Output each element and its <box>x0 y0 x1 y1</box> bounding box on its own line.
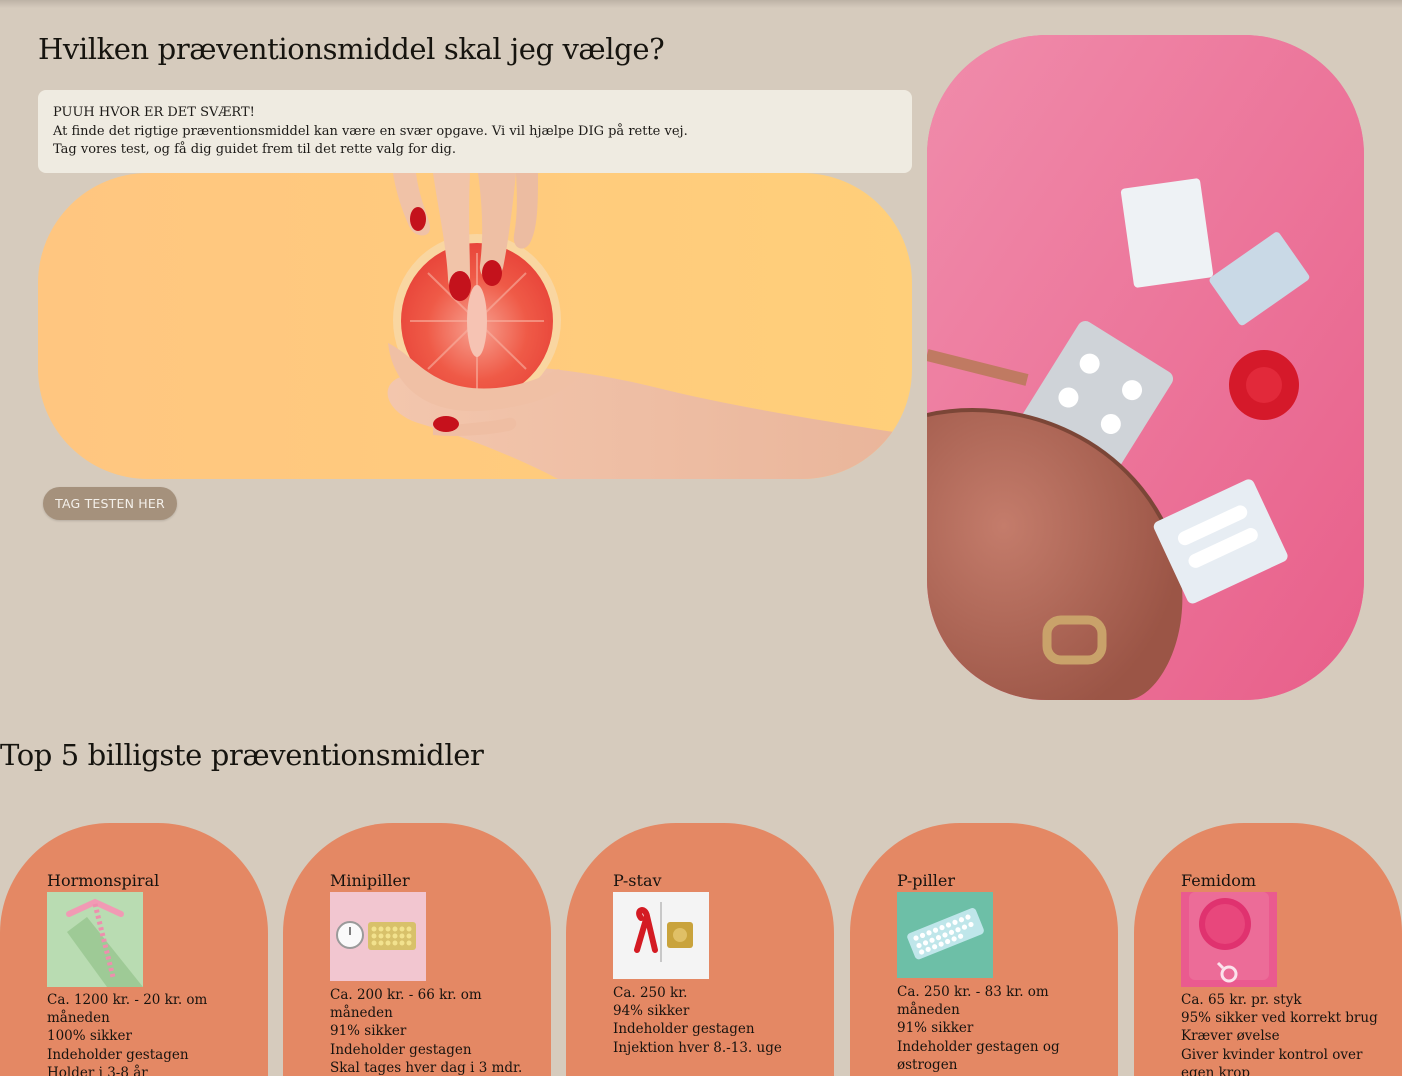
card-facts: Ca. 250 kr. - 83 kr. om måneden 91% sikk… <box>897 983 1097 1074</box>
card-femidom[interactable]: Femidom Ca. 65 kr. pr. styk 95% sikker v… <box>1134 823 1402 1076</box>
intro-text-line-2: Tag vores test, og få dig guidet frem ti… <box>53 142 456 157</box>
fact-price: Ca. 250 kr. - 83 kr. om <box>897 984 1049 1000</box>
take-test-button[interactable]: TAG TESTEN HER <box>43 487 177 520</box>
fact-price-cont: måneden <box>47 1010 110 1027</box>
card-facts: Ca. 1200 kr. - 20 kr. om måneden 100% si… <box>47 991 247 1076</box>
fact-safety: 91% sikker <box>330 1023 407 1040</box>
card-p-piller[interactable]: P-piller Ca. 250 kr. - 83 kr. om måneden… <box>850 823 1118 1076</box>
page-title: Hvilken præventionsmiddel skal jeg vælge… <box>38 32 665 66</box>
fact-price-cont: måneden <box>897 1002 960 1019</box>
intro-heading: PUUH HVOR ER DET SVÆRT! <box>53 105 255 120</box>
card-facts: Ca. 200 kr. - 66 kr. om måneden 91% sikk… <box>330 986 530 1076</box>
fact-hormone: Indeholder gestagen og <box>897 1038 1060 1055</box>
fact-hormone-cont: østrogen <box>897 1056 958 1073</box>
card-facts: Ca. 250 kr. 94% sikker Indeholder gestag… <box>613 984 813 1057</box>
contraception-bag-image <box>927 35 1364 700</box>
fact-practice: Kræver øvelse <box>1181 1028 1280 1045</box>
female-condom-image <box>1181 892 1277 987</box>
section-title: Top 5 billigste præventionsmidler <box>0 738 484 772</box>
fact-hormone: Indeholder gestagen <box>330 1041 472 1058</box>
birth-control-pill-image <box>897 892 993 978</box>
fact-control-cont: egen krop <box>1181 1064 1251 1076</box>
intro-text-line-1: At finde det rigtige præventionsmiddel k… <box>53 123 688 139</box>
fact-price: Ca. 65 kr. pr. styk <box>1181 992 1302 1008</box>
card-facts: Ca. 65 kr. pr. styk 95% sikker ved korre… <box>1181 991 1381 1076</box>
fact-duration: Holder i 3-8 år <box>47 1064 148 1076</box>
card-title: Hormonspiral <box>47 871 160 890</box>
fact-usage: Injektion hver 8.-13. uge <box>613 1039 782 1056</box>
fact-price: Ca. 250 kr. <box>613 985 688 1001</box>
card-p-stav[interactable]: P-stav Ca. 250 kr. 94% sikker Indeholder… <box>566 823 834 1076</box>
card-title: P-piller <box>897 871 956 890</box>
fact-safety: 95% sikker ved korrekt brug <box>1181 1010 1378 1027</box>
card-title: P-stav <box>613 871 662 890</box>
intro-box: PUUH HVOR ER DET SVÆRT! At finde det rig… <box>38 90 912 173</box>
fact-safety: 100% sikker <box>47 1028 132 1045</box>
implant-image <box>613 892 709 979</box>
fact-price-cont: måneden <box>330 1005 393 1022</box>
card-minipiller[interactable]: Minipiller Ca. 200 kr. - 66 kr. om måned… <box>283 823 551 1076</box>
hormone-iud-image <box>47 892 143 987</box>
fact-control: Giver kvinder kontrol over <box>1181 1046 1363 1063</box>
grapefruit-hero-image <box>38 173 912 479</box>
fact-hormone: Indeholder gestagen <box>47 1046 189 1063</box>
fact-usage: Skal tages hver dag i 3 mdr. <box>330 1059 523 1076</box>
fact-price: Ca. 1200 kr. - 20 kr. om <box>47 992 208 1008</box>
fact-price: Ca. 200 kr. - 66 kr. om <box>330 987 482 1003</box>
card-title: Femidom <box>1181 871 1257 890</box>
fact-safety: 94% sikker <box>613 1003 690 1020</box>
header-shadow <box>0 0 1402 8</box>
fact-safety: 91% sikker <box>897 1020 974 1037</box>
fact-hormone: Indeholder gestagen <box>613 1021 755 1038</box>
card-hormonspiral[interactable]: Hormonspiral Ca. 1200 kr. - 20 kr. om må… <box>0 823 268 1076</box>
card-title: Minipiller <box>330 871 410 890</box>
minipill-image <box>330 892 426 981</box>
